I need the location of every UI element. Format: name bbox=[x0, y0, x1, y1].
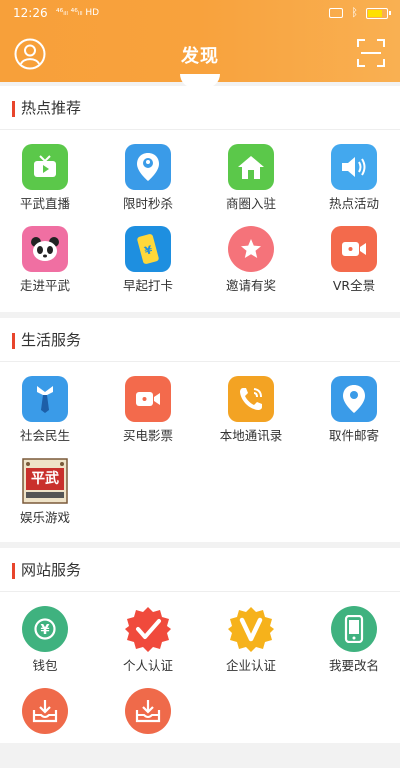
grid-item-hot-events[interactable]: 热点活动 bbox=[304, 144, 400, 224]
page-title: 发现 bbox=[181, 46, 219, 67]
section-web: 网站服务 ¥ 钱包 个人认证 企业认证 我要改名 bbox=[0, 548, 400, 743]
download-tray-icon bbox=[125, 688, 171, 734]
scan-button[interactable] bbox=[356, 38, 386, 68]
scan-icon bbox=[357, 39, 385, 67]
grid-item-vr[interactable]: VR全景 bbox=[304, 226, 400, 306]
svg-text:¥: ¥ bbox=[40, 623, 49, 638]
grid-item-label: 商圈入驻 bbox=[225, 196, 276, 211]
grid-item-checkin[interactable]: ¥ 早起打卡 bbox=[98, 226, 198, 306]
grid-item-live[interactable]: 平武直播 bbox=[0, 144, 95, 224]
grid-item-company-verify[interactable]: 企业认证 bbox=[201, 606, 301, 686]
grid-item-label: 社会民生 bbox=[19, 428, 70, 443]
grid-item-parcel[interactable]: 取件邮寄 bbox=[304, 376, 400, 456]
grid-item-movie[interactable]: 买电影票 bbox=[98, 376, 198, 456]
phone-yen-icon: ¥ bbox=[125, 226, 171, 272]
section-title: 生活服务 bbox=[21, 331, 82, 349]
grid-item-label: 邀请有奖 bbox=[225, 278, 276, 293]
tie-icon bbox=[22, 376, 68, 422]
grid-item-label: 我要改名 bbox=[328, 658, 379, 673]
video-camera-icon bbox=[331, 226, 377, 272]
section-header: 热点推荐 bbox=[0, 86, 400, 130]
panda-icon bbox=[22, 226, 68, 272]
section-accent-bar bbox=[12, 333, 15, 349]
section-life: 生活服务 社会民生 买电影票 本地通讯录 取件邮寄 平武 娱乐游戏 bbox=[0, 318, 400, 542]
grid-item-label: 限时秒杀 bbox=[122, 196, 173, 211]
grid-item-download-2[interactable] bbox=[98, 688, 198, 768]
location-pin-icon bbox=[125, 144, 171, 190]
section-title: 网站服务 bbox=[21, 561, 82, 579]
mobile-icon bbox=[331, 606, 377, 652]
grid-item-personal-verify[interactable]: 个人认证 bbox=[98, 606, 198, 686]
grid-item-flash-sale[interactable]: 限时秒杀 bbox=[98, 144, 198, 224]
app-header: 12:26 ⁴⁶ᵢₗₗ ⁴⁶ᵢₗₗ HD ᛒ 发现 bbox=[0, 0, 400, 82]
grid-item-label: 取件邮寄 bbox=[328, 428, 379, 443]
game-logo-text: 平武 bbox=[31, 471, 59, 487]
game-logo-icon: 平武 bbox=[22, 458, 68, 504]
grid-item-directory[interactable]: 本地通讯录 bbox=[201, 376, 301, 456]
section-title: 热点推荐 bbox=[21, 99, 82, 117]
grid-item-games[interactable]: 平武 娱乐游戏 bbox=[0, 458, 95, 538]
section-accent-bar bbox=[12, 101, 15, 117]
grid-item-invite[interactable]: 邀请有奖 bbox=[201, 226, 301, 306]
house-icon bbox=[228, 144, 274, 190]
download-tray-icon bbox=[22, 688, 68, 734]
status-time: 12:26 bbox=[13, 6, 48, 20]
grid-item-label: 热点活动 bbox=[328, 196, 379, 211]
video-camera-icon bbox=[125, 376, 171, 422]
v-badge-icon bbox=[228, 606, 274, 652]
speaker-icon bbox=[331, 144, 377, 190]
location-pin-icon bbox=[331, 376, 377, 422]
grid-item-wallet[interactable]: ¥ 钱包 bbox=[0, 606, 95, 686]
wallet-yen-icon: ¥ bbox=[22, 606, 68, 652]
grid-item-explore[interactable]: 走进平武 bbox=[0, 226, 95, 306]
star-bubble-icon bbox=[228, 226, 274, 272]
grid-item-label: 平武直播 bbox=[19, 196, 70, 211]
section-hot: 热点推荐 平武直播 限时秒杀 商圈入驻 热点活动 走进平武 ¥ 早起打卡 邀请有… bbox=[0, 86, 400, 312]
grid-item-rename[interactable]: 我要改名 bbox=[304, 606, 400, 686]
status-bar: 12:26 ⁴⁶ᵢₗₗ ⁴⁶ᵢₗₗ HD ᛒ bbox=[0, 0, 400, 26]
grid-item-label: VR全景 bbox=[332, 278, 376, 293]
grid-item-label: 早起打卡 bbox=[122, 278, 173, 293]
battery-icon bbox=[366, 7, 391, 19]
phone-icon bbox=[228, 376, 274, 422]
grid-item-label: 个人认证 bbox=[122, 658, 173, 673]
vibrate-icon bbox=[329, 8, 344, 18]
grid-item-social[interactable]: 社会民生 bbox=[0, 376, 95, 456]
section-header: 生活服务 bbox=[0, 318, 400, 362]
check-badge-icon bbox=[125, 606, 171, 652]
grid-item-label: 走进平武 bbox=[19, 278, 70, 293]
grid-item-label: 本地通讯录 bbox=[219, 428, 283, 443]
status-icons: ᛒ bbox=[329, 6, 391, 19]
bluetooth-icon: ᛒ bbox=[351, 6, 358, 19]
grid-item-label: 娱乐游戏 bbox=[19, 510, 70, 525]
section-header: 网站服务 bbox=[0, 548, 400, 592]
grid-item-download-1[interactable] bbox=[0, 688, 95, 768]
section-accent-bar bbox=[12, 563, 15, 579]
tv-icon bbox=[22, 144, 68, 190]
grid-item-label: 买电影票 bbox=[122, 428, 173, 443]
grid-item-label: 企业认证 bbox=[225, 658, 276, 673]
grid-item-label: 钱包 bbox=[32, 658, 58, 673]
signal-indicator: ⁴⁶ᵢₗₗ ⁴⁶ᵢₗₗ HD bbox=[56, 8, 100, 18]
grid-item-business[interactable]: 商圈入驻 bbox=[201, 144, 301, 224]
